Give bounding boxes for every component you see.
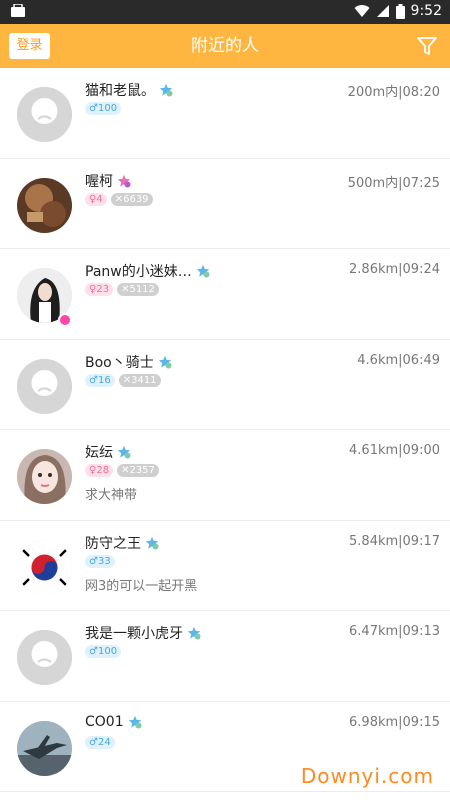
crossed-swords-icon: ✕ — [114, 193, 124, 205]
avatar[interactable] — [17, 630, 72, 685]
distance-time: 5.84km|09:17 — [349, 533, 440, 549]
avatar[interactable] — [17, 720, 72, 776]
nearby-user-row[interactable]: 妘纭 4.61km|09:00 ♀ 28 ✕ 2357 求大神带 — [0, 430, 450, 521]
gender-icon: ♀ — [89, 193, 97, 205]
vip-icon — [117, 445, 131, 459]
distance-time: 6.98km|09:15 — [349, 714, 440, 730]
distance-time: 200m内|08:20 — [347, 85, 440, 100]
gender-icon: ♂ — [89, 736, 98, 748]
vip-icon — [159, 83, 173, 97]
distance-time: 2.86km|09:24 — [349, 262, 440, 277]
user-name: 妘纭 — [85, 445, 113, 461]
gender-age-tag: ♂ 33 — [85, 554, 115, 568]
filter-icon[interactable] — [416, 35, 438, 57]
status-bar: 9:52 — [0, 0, 450, 24]
user-name: 喔柯 — [85, 173, 113, 190]
user-name: 猫和老鼠。 — [85, 83, 155, 99]
nearby-user-row[interactable]: 喔柯 500m内|07:25 ♀ 4 ✕ 6639 — [0, 158, 450, 249]
avatar[interactable] — [17, 87, 72, 142]
notification-icon — [11, 4, 25, 17]
rank-tag: ✕ 3411 — [118, 373, 161, 387]
nearby-user-row[interactable]: Boo丶骑士 4.6km|06:49 ♂ 16 ✕ 3411 — [0, 339, 450, 430]
nearby-user-row[interactable]: 猫和老鼠。 200m内|08:20 ♂ 100 — [0, 68, 450, 159]
wifi-icon — [354, 5, 370, 18]
nearby-user-row[interactable]: Panw的小迷妹… 2.86km|09:24 ♀ 23 ✕ 5112 — [0, 249, 450, 340]
vip-icon — [128, 715, 142, 728]
user-name: Panw的小迷妹… — [85, 264, 192, 280]
gender-age-tag: ♀ 23 — [85, 283, 114, 296]
avatar[interactable] — [17, 177, 72, 233]
nearby-user-list: 猫和老鼠。 200m内|08:20 ♂ 100 喔柯 500m内|07:25 ♀ 4 ✕ 6639… — [0, 68, 450, 792]
signal-icon — [376, 5, 389, 17]
distance-time: 4.61km|09:00 — [349, 443, 440, 458]
nearby-user-row[interactable]: 我是一颗小虎牙 6.47km|09:13 ♂ 100 — [0, 611, 450, 702]
vip-icon — [187, 626, 201, 640]
page-title: 附近的人 — [191, 36, 259, 56]
app-bar: 登录 附近的人 — [0, 24, 450, 68]
gender-icon: ♂ — [89, 646, 98, 657]
gender-age-tag: ♂ 100 — [85, 645, 122, 658]
gender-icon: ♂ — [89, 555, 98, 567]
distance-time: 4.6km|06:49 — [357, 352, 440, 368]
gender-age-tag: ♂ 100 — [85, 102, 122, 115]
avatar[interactable] — [17, 539, 72, 595]
rank-tag: ✕ 5112 — [117, 283, 159, 296]
gender-age-tag: ♀ 4 — [85, 192, 107, 206]
gender-age-tag: ♂ 24 — [85, 735, 115, 749]
music-badge-icon — [58, 313, 72, 327]
rank-tag: ✕ 2357 — [117, 464, 159, 477]
avatar[interactable] — [17, 449, 72, 504]
user-name: CO01 — [85, 713, 124, 730]
gender-icon: ♂ — [89, 374, 98, 386]
user-name: 防守之王 — [85, 535, 141, 552]
crossed-swords-icon: ✕ — [121, 284, 130, 295]
status-time: 9:52 — [410, 3, 442, 19]
vip-icon — [117, 174, 131, 187]
crossed-swords-icon: ✕ — [122, 374, 132, 386]
vip-icon — [145, 536, 159, 549]
user-signature: 网3的可以一起开黑 — [85, 578, 198, 594]
gender-age-tag: ♀ 28 — [85, 464, 114, 477]
vip-icon — [158, 355, 172, 368]
gender-age-tag: ♂ 16 — [85, 373, 115, 387]
vip-icon — [196, 264, 210, 278]
rank-tag: ✕ 6639 — [110, 192, 153, 206]
user-name: Boo丶骑士 — [85, 354, 154, 371]
distance-time: 6.47km|09:13 — [349, 624, 440, 639]
battery-icon — [395, 3, 405, 19]
nearby-user-row[interactable]: 防守之王 5.84km|09:17 ♂ 33 网3的可以一起开黑 — [0, 520, 450, 611]
user-signature: 求大神带 — [85, 488, 138, 503]
gender-icon: ♀ — [89, 465, 97, 476]
gender-icon: ♀ — [89, 284, 97, 295]
gender-icon: ♂ — [89, 103, 98, 114]
crossed-swords-icon: ✕ — [121, 465, 130, 476]
watermark: Downyi.com — [300, 764, 434, 788]
distance-time: 500m内|07:25 — [347, 175, 440, 191]
user-name: 我是一颗小虎牙 — [85, 626, 183, 642]
avatar[interactable] — [17, 358, 72, 414]
